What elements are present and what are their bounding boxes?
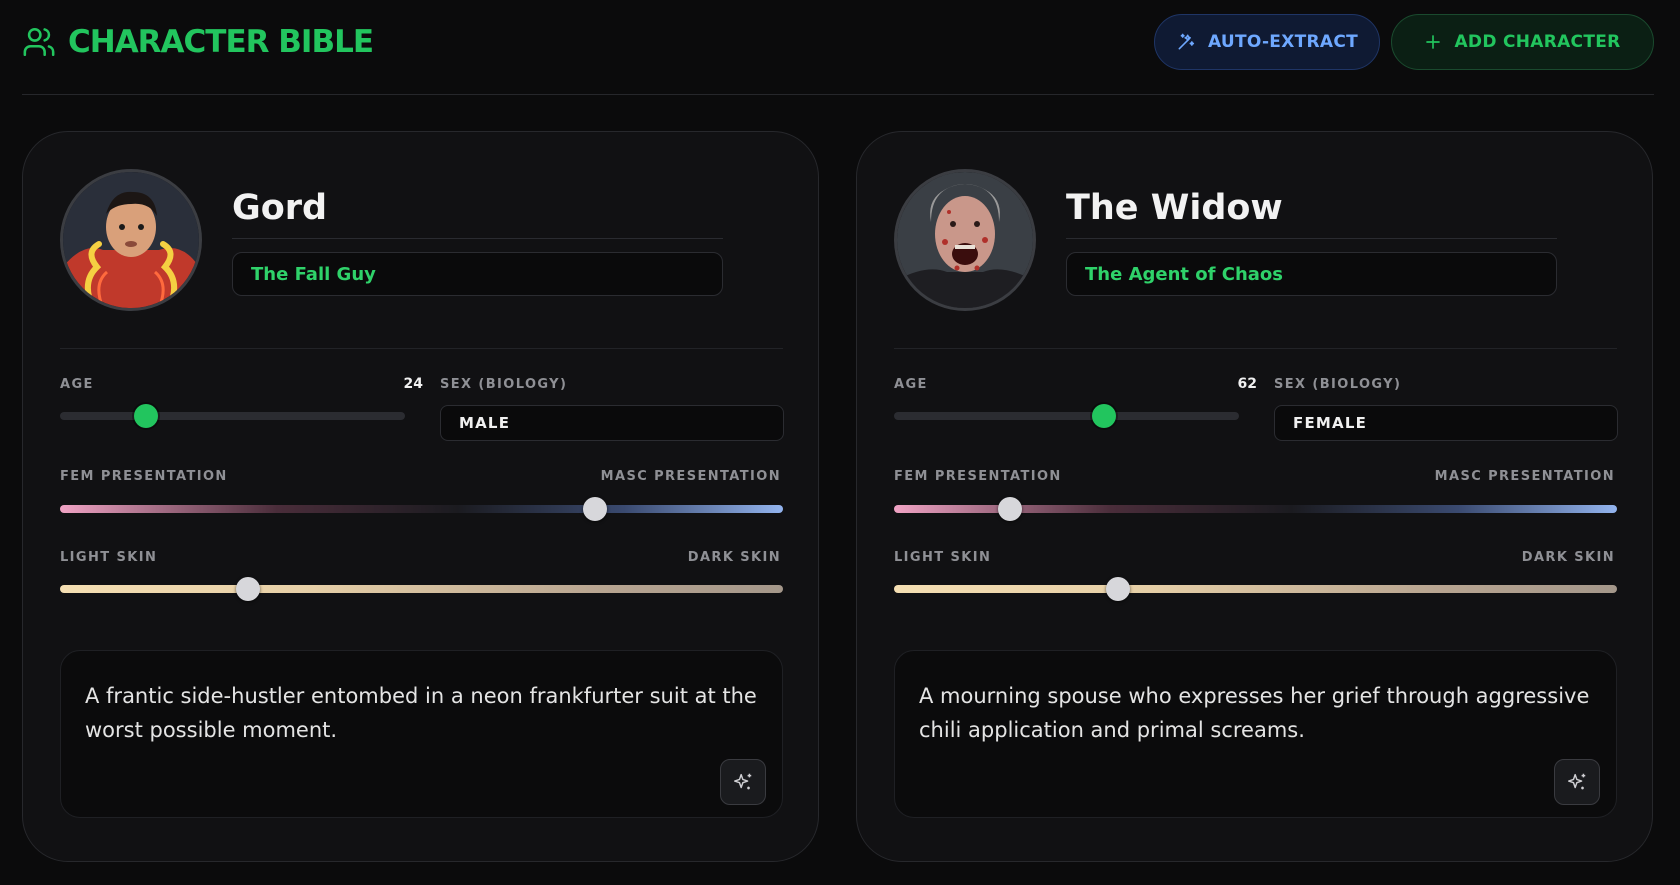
character-name[interactable]: The Widow bbox=[1066, 188, 1283, 228]
plus-icon bbox=[1426, 35, 1441, 49]
character-card: The Widow The Agent of Chaos AGE 62 SEX … bbox=[856, 131, 1653, 862]
auto-extract-label: AUTO-EXTRACT bbox=[1207, 32, 1359, 52]
light-skin-label: LIGHT SKIN bbox=[894, 550, 992, 565]
presentation-slider-thumb[interactable] bbox=[583, 497, 608, 521]
avatar[interactable] bbox=[60, 169, 202, 311]
masc-presentation-label: MASC PRESENTATION bbox=[1434, 469, 1615, 484]
age-value: 24 bbox=[403, 376, 423, 392]
skin-tone-slider-thumb[interactable] bbox=[235, 577, 260, 601]
masc-presentation-label: MASC PRESENTATION bbox=[600, 469, 781, 484]
sex-label: SEX (BIOLOGY) bbox=[1274, 377, 1402, 392]
section-divider bbox=[894, 348, 1617, 349]
dark-skin-label: DARK SKIN bbox=[1521, 550, 1615, 565]
add-character-label: ADD CHARACTER bbox=[1454, 32, 1621, 52]
name-underline bbox=[1066, 238, 1557, 239]
description-text: A mourning spouse who expresses her grie… bbox=[919, 684, 1590, 742]
users-icon bbox=[23, 27, 55, 57]
sparkles-icon bbox=[1568, 773, 1586, 790]
page-title: CHARACTER BIBLE bbox=[22, 24, 374, 60]
presentation-slider[interactable] bbox=[60, 497, 783, 521]
presentation-slider[interactable] bbox=[894, 497, 1617, 521]
magic-wand-icon bbox=[1178, 33, 1195, 50]
fem-presentation-label: FEM PRESENTATION bbox=[60, 469, 228, 484]
skin-tone-slider[interactable] bbox=[894, 577, 1617, 601]
skin-tone-slider[interactable] bbox=[60, 577, 783, 601]
page-header: CHARACTER BIBLE AUTO-EXTRACT ADD CHARACT… bbox=[22, 14, 1654, 94]
character-name[interactable]: Gord bbox=[232, 188, 327, 228]
age-slider-thumb[interactable] bbox=[134, 404, 159, 428]
age-label: AGE bbox=[894, 377, 928, 392]
sex-select[interactable]: MALE bbox=[440, 405, 784, 441]
character-role-field[interactable]: The Fall Guy bbox=[232, 252, 723, 296]
section-divider bbox=[60, 348, 783, 349]
age-slider[interactable] bbox=[60, 404, 405, 428]
character-card: Gord The Fall Guy AGE 24 SEX (BIOLOGY) M… bbox=[22, 131, 819, 862]
description-textarea[interactable]: A mourning spouse who expresses her grie… bbox=[894, 650, 1617, 818]
ai-generate-button[interactable] bbox=[720, 759, 766, 805]
light-skin-label: LIGHT SKIN bbox=[60, 550, 158, 565]
age-value: 62 bbox=[1237, 376, 1257, 392]
young-man-portrait-icon bbox=[63, 172, 199, 308]
screaming-woman-portrait-icon bbox=[897, 172, 1033, 308]
auto-extract-button[interactable]: AUTO-EXTRACT bbox=[1154, 14, 1380, 70]
age-slider[interactable] bbox=[894, 404, 1239, 428]
character-role-field[interactable]: The Agent of Chaos bbox=[1066, 252, 1557, 296]
presentation-slider-thumb[interactable] bbox=[997, 497, 1022, 521]
add-character-button[interactable]: ADD CHARACTER bbox=[1391, 14, 1654, 70]
page-title-text: CHARACTER BIBLE bbox=[68, 24, 374, 60]
description-textarea[interactable]: A frantic side-hustler entombed in a neo… bbox=[60, 650, 783, 818]
name-underline bbox=[232, 238, 723, 239]
age-label: AGE bbox=[60, 377, 94, 392]
avatar[interactable] bbox=[894, 169, 1036, 311]
ai-generate-button[interactable] bbox=[1554, 759, 1600, 805]
dark-skin-label: DARK SKIN bbox=[687, 550, 781, 565]
sparkles-icon bbox=[734, 773, 752, 790]
description-text: A frantic side-hustler entombed in a neo… bbox=[85, 684, 757, 742]
fem-presentation-label: FEM PRESENTATION bbox=[894, 469, 1062, 484]
sex-select[interactable]: FEMALE bbox=[1274, 405, 1618, 441]
skin-tone-slider-thumb[interactable] bbox=[1106, 577, 1131, 601]
age-slider-thumb[interactable] bbox=[1092, 404, 1117, 428]
sex-label: SEX (BIOLOGY) bbox=[440, 377, 568, 392]
header-divider bbox=[22, 94, 1654, 95]
